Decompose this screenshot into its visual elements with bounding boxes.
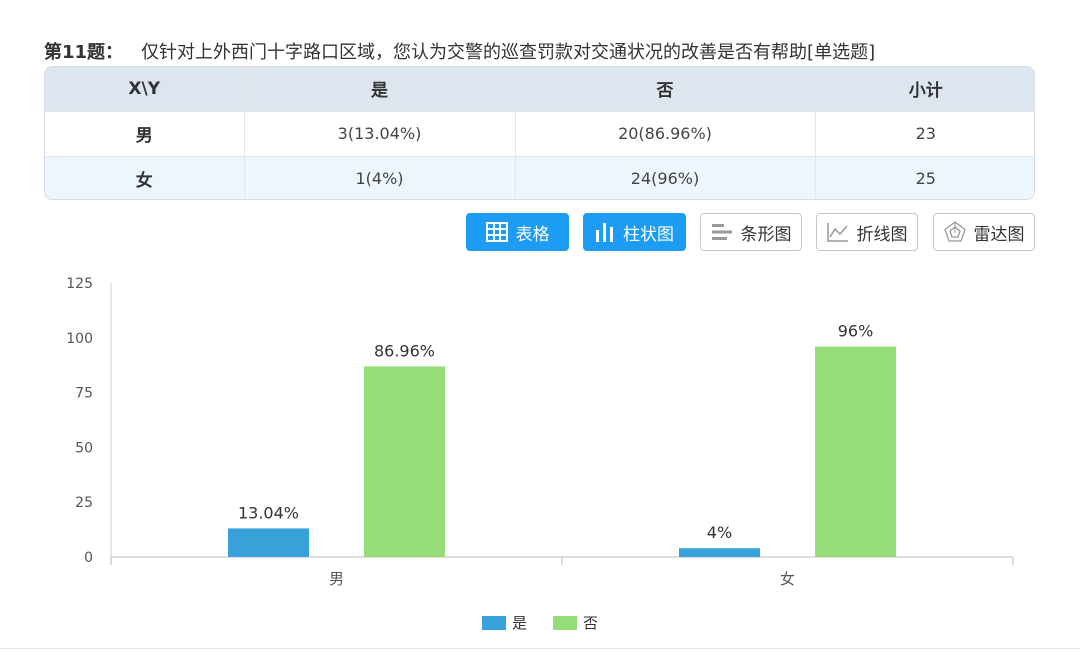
cell-male-yes: 3(13.04%) (243, 110, 515, 156)
line-chart-label: 折线图 (856, 224, 908, 245)
data-label: 86.96% (374, 341, 435, 360)
line-chart-button[interactable]: 折线图 (816, 213, 918, 251)
bottom-divider (0, 648, 1080, 649)
legend-item-yes[interactable]: 是 (482, 612, 527, 633)
table-header-row: X\Y 是 否 小计 (45, 67, 1034, 111)
y-tick-label: 75 (75, 386, 93, 402)
legend-item-no[interactable]: 否 (553, 612, 598, 633)
legend-swatch-yes (482, 615, 506, 630)
line-chart-icon (826, 223, 848, 242)
crosstab-table: X\Y 是 否 小计 男 3(13.04%) 20(86.96%) 23 女 1… (44, 66, 1035, 200)
cell-male-subtotal: 23 (814, 110, 1034, 156)
bar (228, 528, 309, 557)
column-chart: 0 25 50 75 100 125 13.04% 86.96% 男 4% 96% 女 (66, 276, 1014, 588)
radar-chart-icon (943, 221, 966, 242)
cell-female-yes: 1(4%) (243, 155, 515, 199)
y-tick-label: 100 (66, 331, 93, 347)
row-label-male: 男 (45, 110, 244, 156)
x-tick-label: 女 (780, 570, 795, 588)
horizontal-bar-icon (711, 224, 732, 240)
chart-legend: 是 否 (482, 612, 598, 633)
column-chart-label: 柱状图 (623, 224, 674, 245)
table-header-no: 否 (514, 67, 815, 111)
bar (364, 366, 445, 557)
x-tick-label: 男 (329, 570, 344, 588)
table-header-subtotal: 小计 (814, 67, 1034, 111)
question-title: 第11题： 仅针对上外西门十字路口区域，您认为交警的巡查罚款对交通状况的改善是否有… (44, 38, 875, 64)
legend-swatch-no (553, 615, 578, 630)
data-label: 96% (838, 322, 874, 341)
table-header-xy: X\Y (45, 67, 244, 111)
cell-female-no: 24(96%) (514, 155, 815, 199)
table-row: 女 1(4%) 24(96%) 25 (45, 155, 1034, 199)
bar-chart-label: 条形图 (740, 224, 792, 245)
bar (679, 548, 760, 557)
y-tick-label: 125 (66, 276, 93, 292)
column-chart-button[interactable]: 柱状图 (583, 213, 686, 251)
table-row: 男 3(13.04%) 20(86.96%) 23 (45, 110, 1034, 156)
y-tick-label: 50 (75, 440, 93, 456)
cell-male-no: 20(86.96%) (514, 110, 815, 156)
table-view-button[interactable]: 表格 (466, 213, 569, 251)
cell-female-subtotal: 25 (814, 155, 1034, 199)
table-view-label: 表格 (515, 224, 550, 245)
bar-chart-icon (596, 223, 613, 242)
legend-label-yes: 是 (512, 614, 528, 632)
data-label: 13.04% (238, 503, 299, 522)
legend-label-no: 否 (583, 614, 599, 632)
row-label-female: 女 (45, 155, 244, 199)
table-icon (485, 222, 508, 242)
radar-chart-button[interactable]: 雷达图 (933, 213, 1035, 251)
radar-chart-label: 雷达图 (973, 224, 1025, 245)
bar-chart-button[interactable]: 条形图 (700, 213, 802, 251)
bar (815, 346, 896, 557)
y-tick-label: 25 (75, 495, 93, 511)
question-number: 第11题： (44, 42, 124, 63)
data-label: 4% (707, 523, 732, 542)
table-header-yes: 是 (243, 67, 515, 111)
y-tick-label: 0 (84, 550, 93, 566)
question-text: 仅针对上外西门十字路口区域，您认为交警的巡查罚款对交通状况的改善是否有帮助[单选… (141, 42, 876, 63)
